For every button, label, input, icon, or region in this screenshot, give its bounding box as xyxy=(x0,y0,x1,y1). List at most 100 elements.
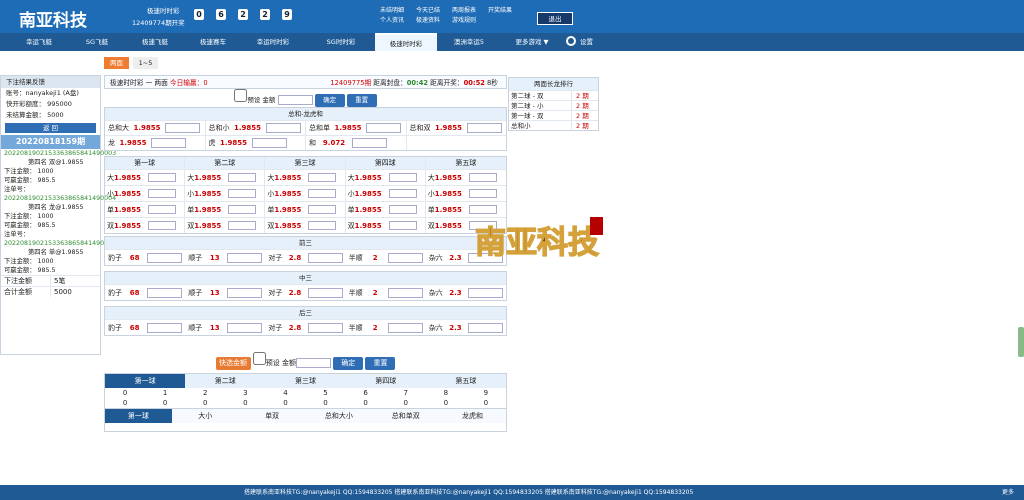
bet-input[interactable] xyxy=(468,322,503,333)
win-amount: 可赢金额： 985.5 xyxy=(4,177,56,184)
link-report[interactable]: 两周报表 xyxy=(452,6,488,16)
reset-button-bottom[interactable]: 重置 xyxy=(365,356,396,370)
confirm-button-bottom[interactable]: 确定 xyxy=(333,356,364,370)
link-profile[interactable]: 个人资讯 xyxy=(380,16,416,26)
stats-tab[interactable]: 第三球 xyxy=(265,374,345,388)
result-ball: 0 xyxy=(194,9,204,20)
preset-checkbox-bottom[interactable] xyxy=(252,352,266,365)
open-label: 距离开奖： xyxy=(430,79,464,87)
win-amount: 可赢金额： 985.5 xyxy=(4,222,56,229)
footer-tab[interactable]: 单双 xyxy=(239,409,306,423)
bet-input[interactable] xyxy=(468,287,503,298)
settings-link[interactable]: 设置 xyxy=(580,33,593,51)
footer-tab[interactable]: 第一球 xyxy=(105,409,172,423)
bet-input[interactable] xyxy=(147,287,183,298)
bet-input[interactable] xyxy=(265,123,301,133)
rank-row: 总和小 2 期 xyxy=(509,120,598,130)
footer-tab[interactable]: 总和大小 xyxy=(305,409,372,423)
ball-column: 第三球 大 1.9855 小 1.9855 单 1.9855 双 1.9855 xyxy=(265,157,346,233)
footer-tab[interactable]: 龙虎和 xyxy=(439,409,506,423)
bet-input[interactable] xyxy=(148,205,176,214)
confirm-button[interactable]: 确定 xyxy=(314,93,345,107)
bet-input[interactable] xyxy=(388,173,417,182)
tab-lucky-ssc[interactable]: 幸运时时彩 xyxy=(234,33,312,51)
ball-column: 第一球 大 1.9855 小 1.9855 单 1.9855 双 1.9855 xyxy=(105,157,186,233)
bet-input[interactable] xyxy=(307,287,343,298)
amount-input-bottom[interactable] xyxy=(296,358,331,368)
link-today[interactable]: 今天已结 xyxy=(416,6,452,16)
gear-icon[interactable] xyxy=(566,36,576,46)
link-unsettled[interactable]: 未结明细 xyxy=(380,6,416,16)
bet-input[interactable] xyxy=(366,123,401,133)
link-results[interactable]: 开奖结果 xyxy=(488,6,524,16)
bet-input[interactable] xyxy=(148,189,176,198)
reset-button[interactable]: 重置 xyxy=(346,93,377,107)
stats-tab[interactable]: 第二球 xyxy=(185,374,265,388)
amount-input[interactable] xyxy=(277,95,313,105)
footer-tab[interactable]: 大小 xyxy=(172,409,239,423)
stats-values: 0000000000 xyxy=(122,399,489,407)
bet-input[interactable] xyxy=(227,287,263,298)
bet-input[interactable] xyxy=(387,322,423,333)
bet-input[interactable] xyxy=(228,205,257,214)
bet-input[interactable] xyxy=(352,138,387,148)
scrollbar[interactable] xyxy=(1018,327,1024,357)
bet-input[interactable] xyxy=(466,123,502,133)
bet-input[interactable] xyxy=(387,252,423,263)
middle-three-section: 中三 豹子 68 顺子 13 对子 2.8 半顺 2 杂六 2.3 xyxy=(104,271,507,301)
tab-sg-ssc[interactable]: SG时时彩 xyxy=(302,33,380,51)
stats-tab[interactable]: 第一球 xyxy=(105,374,186,388)
bet-feedback-panel: 下注结果反馈 账号：nanyakeji1 (A盘) 快开彩额度： 995000 … xyxy=(0,75,116,355)
bet-input[interactable] xyxy=(228,221,257,230)
more-games-dropdown[interactable]: 更多游戏 ▼ xyxy=(502,33,562,51)
bet-input[interactable] xyxy=(147,252,183,263)
bet-input[interactable] xyxy=(307,322,343,333)
bet-input[interactable] xyxy=(308,205,337,214)
bet-input[interactable] xyxy=(308,173,337,182)
bet-input[interactable] xyxy=(308,189,337,198)
quota-text: 快开彩额度： 995000 xyxy=(6,100,72,108)
order-label: 注单号： xyxy=(4,186,30,193)
bet-input[interactable] xyxy=(228,173,257,182)
bet-input[interactable] xyxy=(148,173,176,182)
draw-result: 0 6 2 2 9 xyxy=(194,9,304,20)
quick-amount-button[interactable]: 快选金额 xyxy=(215,356,251,370)
bet-input[interactable] xyxy=(388,205,417,214)
link-data[interactable]: 极速资料 xyxy=(416,16,452,26)
brand-logo: 南亚科技 xyxy=(19,11,87,31)
bet-input[interactable] xyxy=(468,173,497,182)
footer-tab[interactable]: 总和单双 xyxy=(372,409,439,423)
bet-input[interactable] xyxy=(227,322,263,333)
logout-button[interactable]: 退出 xyxy=(537,12,573,25)
top-header: 南亚科技 极速时时彩 12409774期开奖 0 6 2 2 9 未结明细 今天已结 两周报… xyxy=(0,0,1024,33)
bet-input[interactable] xyxy=(308,221,337,230)
bet-input[interactable] xyxy=(388,221,417,230)
bet-input[interactable] xyxy=(251,138,287,148)
more-link[interactable]: 更多 xyxy=(1002,485,1014,500)
bet-input[interactable] xyxy=(387,287,423,298)
bet-input[interactable] xyxy=(388,189,417,198)
bet-input[interactable] xyxy=(147,322,183,333)
svg-text:南亚科技: 南亚科技 xyxy=(475,225,599,261)
number-stats: 第一球 第二球 第三球 第四球 第五球 0123456789 0000000000 第一… xyxy=(104,373,507,432)
link-rules[interactable]: 游戏规则 xyxy=(452,16,488,26)
tab-australia-5[interactable]: 澳洲幸运5 xyxy=(438,33,500,51)
bet-amount: 下注金额： 1000 xyxy=(4,213,54,220)
bet-input[interactable] xyxy=(151,138,186,148)
bet-amount: 下注金额： 1000 xyxy=(4,258,54,265)
bet-input[interactable] xyxy=(468,189,497,198)
bet-input[interactable] xyxy=(148,221,176,230)
bet-input[interactable] xyxy=(165,123,200,133)
summary-row: 下注金额 5笔 xyxy=(1,275,100,286)
current-period: 12409775期 xyxy=(330,79,372,87)
return-button[interactable]: 返 回 xyxy=(5,123,96,133)
subtab-two-sides[interactable]: 两面 xyxy=(104,57,129,69)
bet-input[interactable] xyxy=(227,252,263,263)
subtab-1-5[interactable]: 1~5 xyxy=(133,57,158,69)
tab-fast-ssc[interactable]: 极速时时彩 xyxy=(375,33,437,51)
preset-checkbox[interactable] xyxy=(234,89,248,102)
stats-tab[interactable]: 第五球 xyxy=(426,374,506,388)
bet-input[interactable] xyxy=(307,252,343,263)
bet-input[interactable] xyxy=(228,189,257,198)
stats-tab[interactable]: 第四球 xyxy=(346,374,426,388)
